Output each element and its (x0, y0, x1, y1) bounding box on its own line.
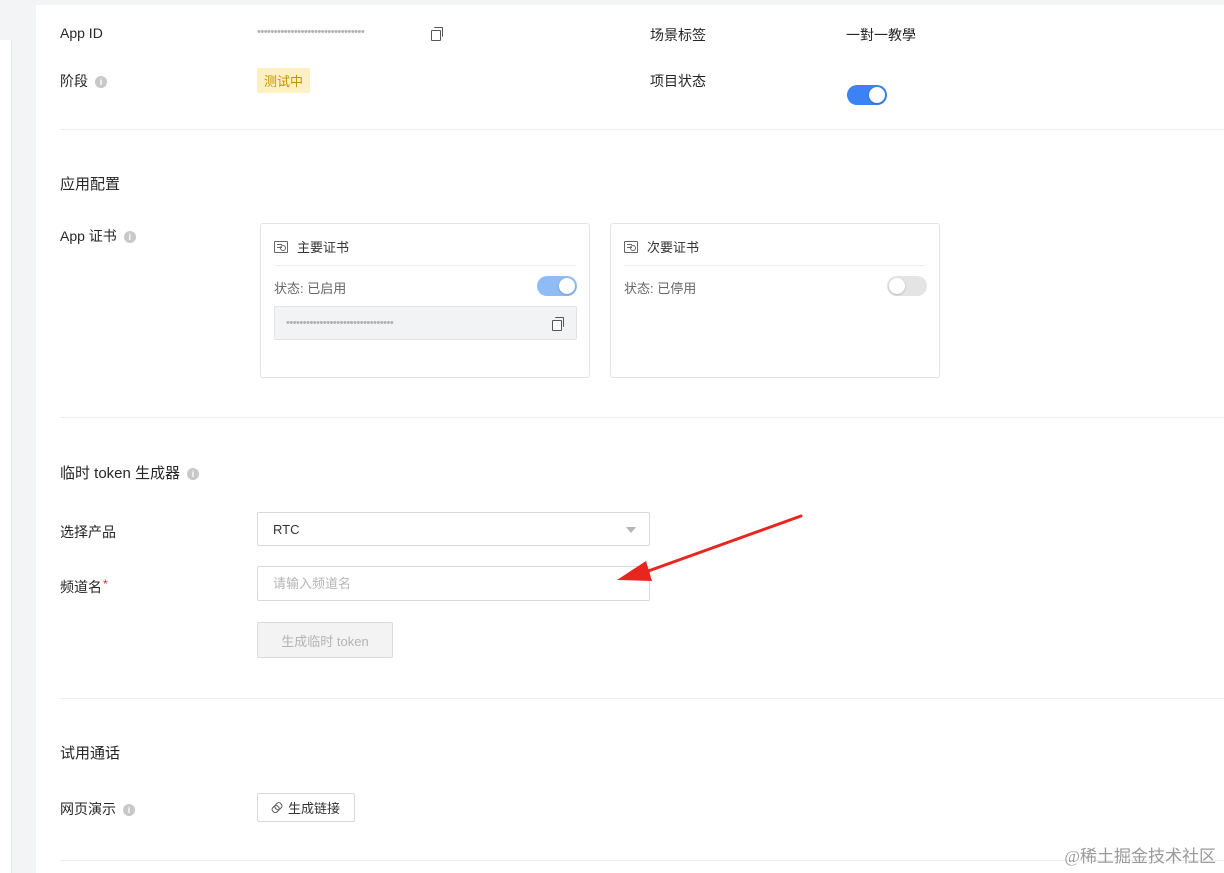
project-status-toggle[interactable] (847, 85, 887, 105)
product-select[interactable]: RTC (257, 512, 650, 546)
channel-label: 频道名* (60, 577, 108, 597)
stage-label-text: 阶段 (60, 73, 88, 89)
link-icon (269, 800, 283, 814)
scene-tag-value: 一對一教學 (846, 27, 916, 43)
primary-cert-card: 主要证书 状态: 已启用 •••••••••••••••••••••••••••… (260, 223, 590, 378)
divider (60, 860, 1224, 861)
copy-app-id-icon[interactable] (431, 27, 443, 41)
app-config-title: 应用配置 (60, 176, 121, 193)
divider (60, 129, 1224, 130)
token-generator-title: 临时 token 生成器 i (60, 462, 200, 483)
generate-link-button[interactable]: 生成链接 (257, 793, 356, 822)
secondary-cert-header: 次要证书 (624, 237, 699, 256)
channel-label-text: 频道名 (60, 579, 102, 595)
scene-tag-label: 场景标签 (650, 27, 706, 43)
app-id-label: App ID (60, 25, 103, 41)
left-sidebar-edge (0, 40, 12, 873)
product-label: 选择产品 (60, 524, 116, 540)
divider (60, 698, 1224, 699)
secondary-cert-status: 状态: 已停用 (624, 281, 697, 296)
web-demo-label: 网页演示 i (60, 799, 135, 819)
primary-cert-header: 主要证书 (274, 237, 349, 256)
primary-cert-secret-field: •••••••••••••••••••••••••••••••• (274, 306, 577, 340)
divider (60, 417, 1224, 418)
divider (624, 265, 926, 266)
secondary-cert-title: 次要证书 (647, 240, 700, 255)
required-mark: * (103, 577, 108, 591)
primary-cert-secret-value: •••••••••••••••••••••••••••••••• (286, 317, 394, 329)
primary-cert-toggle[interactable] (537, 276, 577, 296)
project-status-label: 项目状态 (650, 73, 706, 89)
certificate-icon (624, 240, 638, 253)
certificate-icon (274, 240, 288, 253)
generate-link-button-label: 生成链接 (288, 801, 341, 816)
app-cert-label: App 证书 i (60, 226, 136, 246)
caret-down-icon (626, 527, 636, 533)
toggle-knob (889, 278, 905, 294)
primary-cert-title: 主要证书 (297, 240, 350, 255)
toggle-knob (559, 278, 575, 294)
stage-label: 阶段 i (60, 71, 107, 91)
product-select-value: RTC (273, 522, 300, 537)
divider (274, 265, 576, 266)
toggle-knob (869, 87, 885, 103)
app-id-value: •••••••••••••••••••••••••••••••• (257, 26, 365, 38)
watermark: @稀土掘金技术社区 (1064, 847, 1216, 866)
info-icon[interactable]: i (95, 76, 107, 89)
project-detail-card: App ID •••••••••••••••••••••••••••••••• … (36, 5, 1224, 873)
token-generator-title-text: 临时 token 生成器 (60, 465, 181, 482)
stage-status-badge: 测试中 (257, 68, 311, 93)
info-icon[interactable]: i (123, 231, 136, 244)
info-icon[interactable]: i (187, 468, 200, 481)
secondary-cert-toggle[interactable] (887, 276, 927, 296)
channel-name-input[interactable] (257, 566, 650, 601)
app-cert-label-text: App 证书 (60, 228, 117, 244)
primary-cert-status: 状态: 已启用 (274, 281, 347, 296)
generate-token-button[interactable]: 生成临时 token (257, 622, 393, 658)
trial-call-title: 试用通话 (60, 745, 121, 762)
secondary-cert-card: 次要证书 状态: 已停用 (610, 223, 940, 378)
web-demo-label-text: 网页演示 (60, 801, 116, 817)
copy-secret-icon[interactable] (552, 317, 564, 331)
info-icon[interactable]: i (123, 804, 135, 817)
